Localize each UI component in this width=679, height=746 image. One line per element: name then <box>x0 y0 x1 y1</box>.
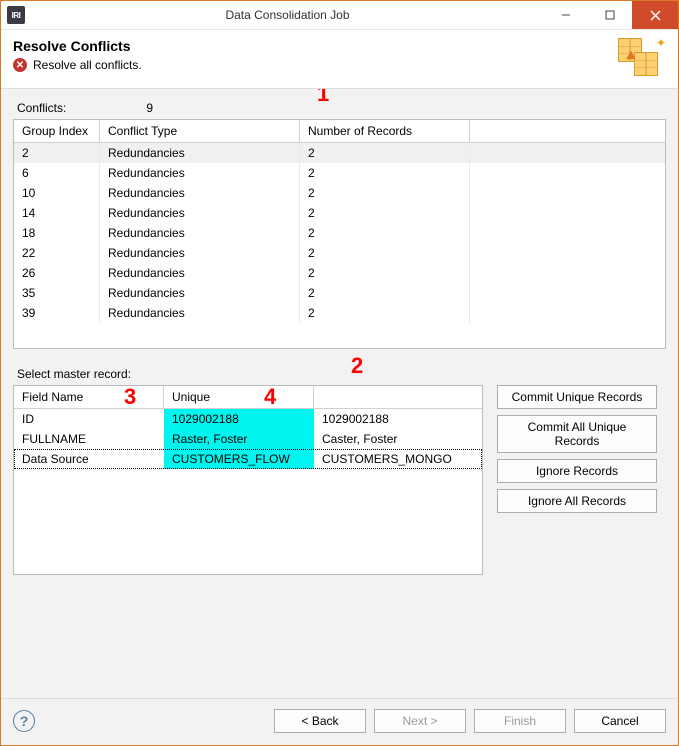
table-row[interactable]: 6Redundancies2 <box>14 163 665 183</box>
col-conflict-type[interactable]: Conflict Type <box>100 120 300 142</box>
cell-num-records: 2 <box>300 163 470 183</box>
dialog-footer: ? < Back Next > Finish Cancel <box>1 698 678 745</box>
conflicts-table-header: Group Index Conflict Type Number of Reco… <box>14 120 665 143</box>
table-row[interactable]: Data Source CUSTOMERS_FLOW CUSTOMERS_MON… <box>14 449 482 469</box>
cell-group-index: 22 <box>14 243 100 263</box>
next-button[interactable]: Next > <box>374 709 466 733</box>
master-record-table[interactable]: Field Name Unique 3 4 ID 1029002188 1029… <box>13 385 483 575</box>
cell-num-records: 2 <box>300 263 470 283</box>
cell-conflict-type: Redundancies <box>100 223 300 243</box>
cell-field: Data Source <box>14 449 164 469</box>
table-row[interactable]: 39Redundancies2 <box>14 303 665 323</box>
cell-group-index: 39 <box>14 303 100 323</box>
table-row[interactable]: ID 1029002188 1029002188 <box>14 409 482 429</box>
cell-num-records: 2 <box>300 303 470 323</box>
table-row[interactable]: 22Redundancies2 <box>14 243 665 263</box>
cell-num-records: 2 <box>300 143 470 163</box>
finish-button[interactable]: Finish <box>474 709 566 733</box>
cell-group-index: 18 <box>14 223 100 243</box>
page-title: Resolve Conflicts <box>13 38 142 54</box>
cell-field: FULLNAME <box>14 429 164 449</box>
cell-num-records: 2 <box>300 223 470 243</box>
cancel-button[interactable]: Cancel <box>574 709 666 733</box>
col-other[interactable] <box>314 386 464 408</box>
cell-conflict-type: Redundancies <box>100 203 300 223</box>
cell-conflict-type: Redundancies <box>100 163 300 183</box>
window-controls <box>544 1 678 29</box>
dialog-body: Conflicts: 9 1 Group Index Conflict Type… <box>1 89 678 698</box>
cell-field: ID <box>14 409 164 429</box>
cell-group-index: 35 <box>14 283 100 303</box>
conflicts-table[interactable]: Group Index Conflict Type Number of Reco… <box>13 119 666 349</box>
dialog-window: IRI Data Consolidation Job Resolve Confl… <box>0 0 679 746</box>
cell-other[interactable]: CUSTOMERS_MONGO <box>314 449 464 469</box>
cell-conflict-type: Redundancies <box>100 243 300 263</box>
col-unique[interactable]: Unique <box>164 386 314 408</box>
dialog-header: Resolve Conflicts ✕ Resolve all conflict… <box>1 30 678 89</box>
page-subtitle: Resolve all conflicts. <box>33 58 142 72</box>
table-row[interactable]: 26Redundancies2 <box>14 263 665 283</box>
titlebar: IRI Data Consolidation Job <box>1 1 678 30</box>
cell-num-records: 2 <box>300 183 470 203</box>
cell-conflict-type: Redundancies <box>100 143 300 163</box>
col-field-name[interactable]: Field Name <box>14 386 164 408</box>
cell-group-index: 10 <box>14 183 100 203</box>
error-icon: ✕ <box>13 58 27 72</box>
commit-unique-button[interactable]: Commit Unique Records <box>497 385 657 409</box>
ignore-records-button[interactable]: Ignore Records <box>497 459 657 483</box>
table-row[interactable]: 10Redundancies2 <box>14 183 665 203</box>
table-row[interactable]: 35Redundancies2 <box>14 283 665 303</box>
app-badge-text: IRI <box>12 11 21 20</box>
consolidation-icon: ✦ <box>614 38 662 78</box>
back-button[interactable]: < Back <box>274 709 366 733</box>
ignore-all-records-button[interactable]: Ignore All Records <box>497 489 657 513</box>
table-row[interactable]: FULLNAME Raster, Foster Caster, Foster <box>14 429 482 449</box>
cell-conflict-type: Redundancies <box>100 303 300 323</box>
cell-group-index: 26 <box>14 263 100 283</box>
cell-num-records: 2 <box>300 283 470 303</box>
conflicts-label: Conflicts: <box>17 101 66 115</box>
action-buttons: Commit Unique Records Commit All Unique … <box>497 385 657 513</box>
window-title: Data Consolidation Job <box>31 8 544 22</box>
cell-group-index: 14 <box>14 203 100 223</box>
cell-unique[interactable]: 1029002188 <box>164 409 314 429</box>
master-table-header: Field Name Unique <box>14 386 482 409</box>
cell-other[interactable]: 1029002188 <box>314 409 464 429</box>
conflicts-count: 9 <box>146 101 153 115</box>
cell-group-index: 6 <box>14 163 100 183</box>
close-button[interactable] <box>632 1 678 29</box>
cell-unique[interactable]: CUSTOMERS_FLOW <box>164 449 314 469</box>
cell-other[interactable]: Caster, Foster <box>314 429 464 449</box>
table-row[interactable]: 14Redundancies2 <box>14 203 665 223</box>
cell-num-records: 2 <box>300 243 470 263</box>
cell-num-records: 2 <box>300 203 470 223</box>
col-number-records[interactable]: Number of Records <box>300 120 470 142</box>
col-group-index[interactable]: Group Index <box>14 120 100 142</box>
conflicts-summary: Conflicts: 9 <box>13 99 666 119</box>
minimize-button[interactable] <box>544 1 588 29</box>
cell-conflict-type: Redundancies <box>100 283 300 303</box>
table-row[interactable]: 18Redundancies2 <box>14 223 665 243</box>
maximize-button[interactable] <box>588 1 632 29</box>
commit-all-unique-button[interactable]: Commit All Unique Records <box>497 415 657 453</box>
cell-conflict-type: Redundancies <box>100 263 300 283</box>
help-icon[interactable]: ? <box>13 710 35 732</box>
cell-conflict-type: Redundancies <box>100 183 300 203</box>
app-icon: IRI <box>7 6 25 24</box>
master-record-label: Select master record: <box>13 367 666 385</box>
cell-unique[interactable]: Raster, Foster <box>164 429 314 449</box>
table-row[interactable]: 2Redundancies2 <box>14 143 665 163</box>
cell-group-index: 2 <box>14 143 100 163</box>
